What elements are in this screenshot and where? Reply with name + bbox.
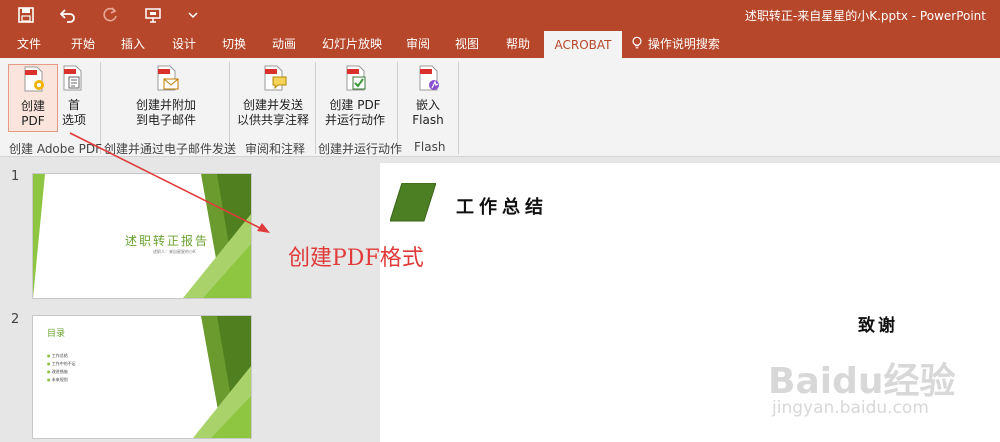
flash-icon	[419, 65, 439, 91]
share-review-icon	[264, 65, 287, 91]
thumbnail-title: 目录	[47, 329, 66, 339]
lightbulb-icon	[632, 36, 642, 49]
create-pdf-icon	[24, 66, 44, 92]
title-bar: 述职转正-来自星星的小K.pptx - PowerPoint	[0, 0, 1000, 30]
tab-help[interactable]: 帮助	[497, 30, 539, 58]
group-label-create-email: 创建并通过电子邮件发送	[104, 142, 237, 156]
slide-thumbnail-pane[interactable]: 1 述职转正报告 述职人：来自星星的小K 2 目录 ● 工作总结 ● 工作中的不…	[0, 157, 272, 442]
slide-heading: 工作总结	[456, 197, 548, 218]
tab-slideshow[interactable]: 幻灯片放映	[316, 30, 388, 58]
tab-view[interactable]: 视图	[446, 30, 488, 58]
tell-me-label: 操作说明搜索	[647, 37, 720, 51]
embed-flash-button[interactable]: 嵌入 Flash	[405, 64, 451, 130]
tab-insert[interactable]: 插入	[112, 30, 154, 58]
group-label-flash: Flash	[414, 140, 446, 154]
chevron-down-icon[interactable]	[180, 0, 206, 30]
tab-review[interactable]: 审阅	[397, 30, 439, 58]
create-pdf-button[interactable]: 创建 PDF	[8, 64, 58, 132]
create-pdf-label-1: 创建	[20, 99, 45, 113]
green-parallelogram-shape	[390, 183, 436, 222]
slide-thumbnail-2[interactable]: 目录 ● 工作总结 ● 工作中的不足 ● 改进措施 ● 未来规划	[32, 315, 252, 439]
tab-acrobat[interactable]: ACROBAT	[544, 31, 622, 58]
ribbon: 创建 PDF 首 选项 创建并附加 到电子邮件 创建并发送 以供共享注释 创建 …	[0, 58, 1000, 157]
tab-file[interactable]: 文件	[8, 30, 50, 58]
save-icon[interactable]	[13, 0, 39, 30]
preferences-button[interactable]: 首 选项	[58, 64, 90, 130]
run-action-icon	[346, 65, 366, 91]
create-run-label-1: 创建 PDF	[329, 98, 381, 112]
group-label-review: 审阅和注释	[245, 142, 306, 156]
tab-home[interactable]: 开始	[62, 30, 104, 58]
tab-transitions[interactable]: 切换	[213, 30, 255, 58]
embed-flash-label-1: 嵌入	[415, 98, 440, 112]
slide-number: 1	[11, 169, 20, 184]
baidu-watermark-url: jingyan.baidu.com	[772, 398, 929, 418]
thumbnail-title: 述职转正报告	[125, 234, 210, 248]
toc-item: 工作总结	[51, 353, 68, 358]
ribbon-tab-bar: 文件 开始 插入 设计 切换 动画 幻灯片放映 审阅 视图 帮助 ACROBAT…	[0, 30, 1000, 58]
group-label-create-adobe-pdf: 创建 Adobe PDF	[9, 142, 102, 156]
create-run-label-2: 并运行动作	[324, 113, 385, 127]
create-send-label-2: 以供共享注释	[236, 113, 309, 127]
preferences-label-2: 选项	[61, 113, 86, 127]
create-attach-email-button[interactable]: 创建并附加 到电子邮件	[128, 64, 204, 130]
slide-thanks: 致谢	[858, 316, 898, 336]
preferences-icon	[63, 65, 82, 91]
preferences-label-1: 首	[67, 98, 80, 112]
slide-thumbnail-1[interactable]: 述职转正报告 述职人：来自星星的小K	[32, 173, 252, 299]
undo-icon[interactable]	[55, 0, 81, 30]
presenter-icon[interactable]	[140, 0, 166, 30]
baidu-watermark-logo: Baidu经验	[768, 361, 956, 402]
attach-email-icon	[157, 65, 179, 91]
thumbnail-toc: ● 工作总结 ● 工作中的不足 ● 改进措施 ● 未来规划	[47, 353, 76, 382]
tab-design[interactable]: 设计	[163, 30, 205, 58]
create-send-review-button[interactable]: 创建并发送 以供共享注释	[236, 64, 310, 130]
group-label-create-run: 创建并运行动作	[318, 142, 403, 156]
window-title: 述职转正-来自星星的小K.pptx - PowerPoint	[744, 9, 986, 23]
create-send-label-1: 创建并发送	[242, 98, 303, 112]
tell-me-search[interactable]: 操作说明搜索	[630, 30, 726, 58]
create-attach-label-2: 到电子邮件	[135, 113, 196, 127]
create-pdf-run-action-button[interactable]: 创建 PDF 并运行动作	[322, 64, 388, 130]
embed-flash-label-2: Flash	[412, 113, 444, 127]
toc-item: 未来规划	[51, 377, 68, 382]
slide-number: 2	[11, 312, 20, 327]
annotation-text: 创建PDF格式	[288, 246, 424, 271]
toc-item: 工作中的不足	[51, 361, 76, 366]
create-attach-label-1: 创建并附加	[135, 98, 196, 112]
toc-item: 改进措施	[51, 369, 68, 374]
group-separator	[315, 62, 316, 154]
tab-animations[interactable]: 动画	[263, 30, 305, 58]
group-separator	[458, 62, 459, 154]
thumbnail-subtitle: 述职人：来自星星的小K	[153, 249, 196, 254]
create-pdf-label-2: PDF	[21, 114, 45, 128]
redo-icon[interactable]	[97, 0, 123, 30]
